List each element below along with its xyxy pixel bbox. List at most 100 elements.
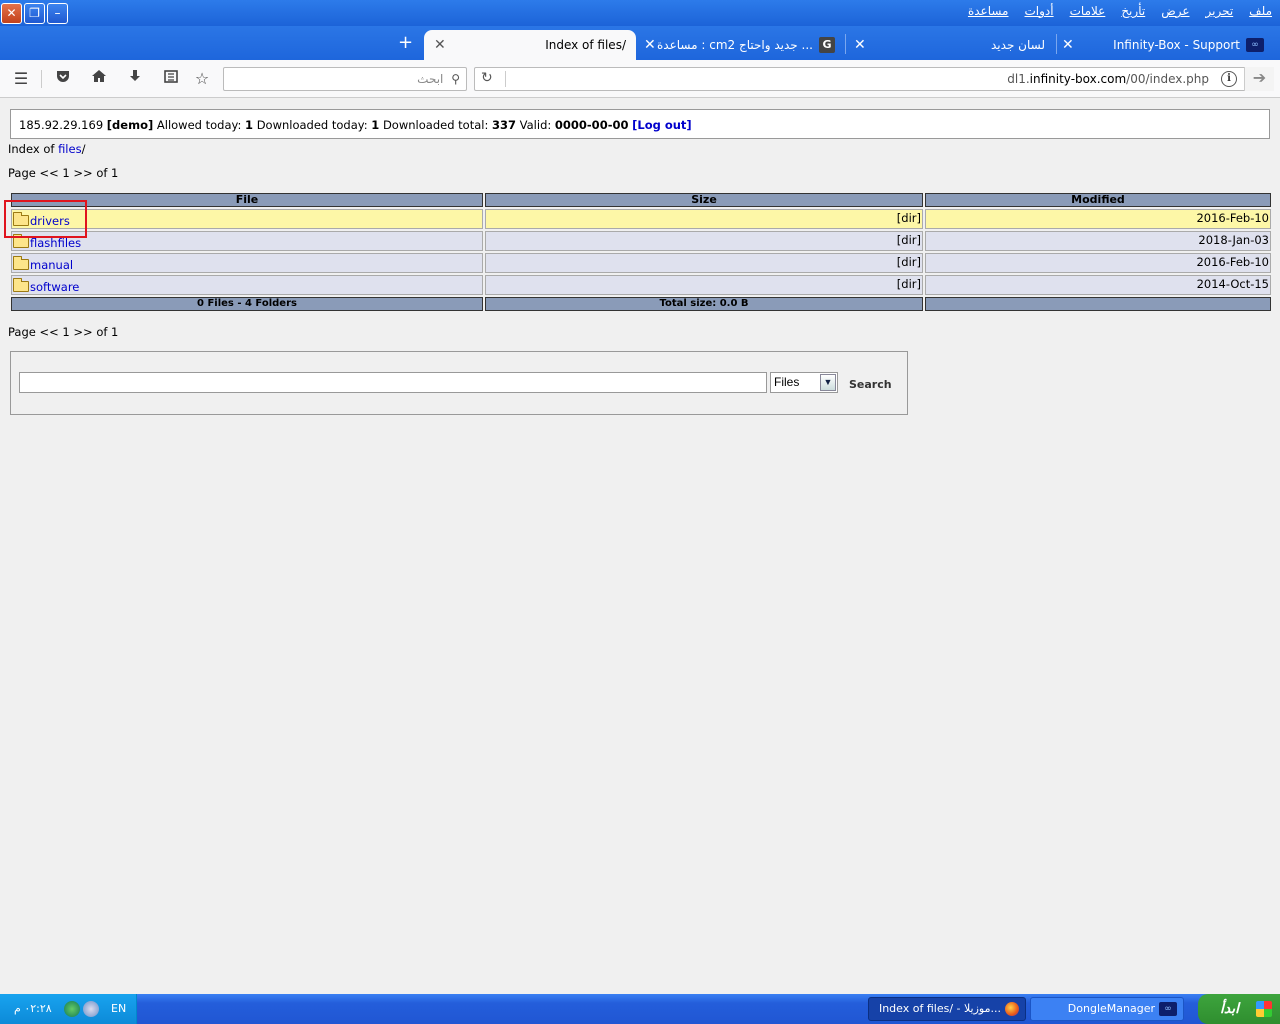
folder-link-flashfiles[interactable]: flashfiles [30, 236, 81, 250]
search-panel: Files ▼ Search [10, 351, 908, 415]
close-icon[interactable]: ✕ [1, 3, 22, 24]
allowed-today-label: Allowed today: [156, 118, 242, 132]
tab-new-tab[interactable]: ✕ لسان جديد [850, 30, 1055, 60]
highlight-box [4, 200, 87, 238]
table-row[interactable]: software [dir] 2014-Oct-15 [11, 275, 1271, 295]
tab-separator [1056, 34, 1057, 54]
downloaded-today-label: Downloaded today: [256, 118, 368, 132]
taskbar-item-donglemanager[interactable]: DongleManager ∞ [1030, 997, 1184, 1021]
tab-cm2-help[interactable]: ✕ مساعدة : cm2 جديد واحتاج ... G [640, 30, 843, 60]
tab-title: Index of files/ [545, 38, 626, 52]
chevron-down-icon[interactable]: ▼ [820, 374, 836, 391]
url-bar[interactable]: ↻ dl1.infinity-box.com/00/index.php i ➔ [474, 67, 1274, 91]
url-text: dl1.infinity-box.com/00/index.php [1007, 72, 1209, 86]
pocket-icon[interactable] [52, 68, 74, 90]
restore-icon[interactable]: ❐ [24, 3, 45, 24]
new-tab-plus-icon[interactable]: + [398, 34, 413, 52]
pager-bottom: Page << 1 >> of 1 [8, 325, 119, 339]
modified-cell: 2016-Feb-10 [925, 253, 1271, 273]
folder-link-manual[interactable]: manual [30, 258, 73, 272]
menu-edit[interactable]: تحرير [1206, 4, 1234, 18]
header-modified[interactable]: Modified [925, 193, 1271, 207]
modified-cell: 2016-Feb-10 [925, 209, 1271, 229]
system-tray: ٠٢:٢٨ م EN [0, 994, 137, 1024]
size-cell: [dir] [485, 209, 923, 229]
size-cell: [dir] [485, 275, 923, 295]
tab-close-icon[interactable]: ✕ [854, 37, 866, 53]
infinity-box-icon: ∞ [1159, 1002, 1177, 1016]
table-row[interactable]: drivers [dir] 2016-Feb-10 [11, 209, 1271, 229]
tab-close-icon[interactable]: ✕ [1062, 37, 1074, 53]
search-input[interactable] [19, 372, 767, 393]
folder-icon [13, 278, 29, 292]
taskbar-item-firefox[interactable]: Index of files/ - موزيلا... [868, 997, 1026, 1021]
infinity-box-icon: ∞ [1246, 38, 1264, 52]
tray-app-icon[interactable] [83, 1001, 99, 1017]
table-row[interactable]: flashfiles [dir] 2018-Jan-03 [11, 231, 1271, 251]
menu-file[interactable]: ملف [1249, 4, 1272, 18]
header-size[interactable]: Size [485, 193, 923, 207]
downloaded-total-value: 337 [491, 118, 516, 132]
reading-list-icon[interactable] [160, 68, 182, 90]
menu-bar: ملف تحرير عرض تأريخ علامات أدوات مساعدة [968, 4, 1272, 18]
menu-tools[interactable]: أدوات [1025, 4, 1054, 18]
footer-file-count: 0 Files - 4 Folders [11, 297, 483, 311]
downloaded-total-label: Downloaded total: [382, 118, 489, 132]
downloads-icon[interactable] [124, 68, 146, 90]
url-domain: infinity-box.com [1029, 72, 1127, 86]
account-info-bar: 185.92.29.169 [demo] Allowed today: 1 Do… [10, 109, 1270, 139]
table-header-row: File Size Modified [11, 193, 1271, 207]
folder-link-software[interactable]: software [30, 280, 79, 294]
modified-cell: 2014-Oct-15 [925, 275, 1271, 295]
files-link[interactable]: files [58, 142, 82, 156]
menu-help[interactable]: مساعدة [968, 4, 1009, 18]
search-icon: ⚲ [451, 72, 460, 86]
account-type: [demo] [106, 118, 154, 132]
home-icon[interactable] [88, 68, 110, 90]
file-cell: software [11, 275, 483, 295]
tab-index-of-files[interactable]: ✕ Index of files/ [424, 30, 636, 60]
menu-history[interactable]: تأريخ [1121, 4, 1145, 18]
size-cell: [dir] [485, 253, 923, 273]
allowed-today-value: 1 [245, 118, 254, 132]
index-heading: Index of files/ [8, 142, 85, 156]
search-bar[interactable]: ⚲ ابحث [223, 67, 467, 91]
menu-view[interactable]: عرض [1161, 4, 1189, 18]
tab-title: مساعدة : cm2 جديد واحتاج ... [657, 38, 813, 52]
g-site-icon: G [819, 37, 835, 53]
minimize-icon[interactable]: – [47, 3, 68, 24]
taskbar: ٠٢:٢٨ م EN Index of files/ - موزيلا... D… [0, 994, 1280, 1024]
reload-icon[interactable]: ↻ [481, 70, 499, 86]
search-type-value: Files [774, 375, 800, 389]
folder-icon [13, 234, 29, 248]
page-content: 185.92.29.169 [demo] Allowed today: 1 Do… [0, 99, 1280, 994]
hamburger-menu-icon[interactable]: ☰ [10, 68, 32, 90]
tab-strip: ✕ Infinity-Box - Support ∞ ✕ لسان جديد ✕… [0, 26, 1280, 60]
footer-total-size: Total size: 0.0 B [485, 297, 923, 311]
tab-title: لسان جديد [991, 38, 1045, 52]
downloaded-today-value: 1 [371, 118, 380, 132]
info-icon[interactable]: i [1221, 71, 1237, 87]
language-indicator[interactable]: EN [111, 1002, 126, 1015]
folder-icon [13, 256, 29, 270]
forward-arrow-icon[interactable]: ➔ [1244, 67, 1274, 91]
logout-link[interactable]: [Log out] [632, 118, 692, 132]
tab-infinity-support[interactable]: ✕ Infinity-Box - Support ∞ [1058, 30, 1280, 60]
search-type-select[interactable]: Files ▼ [770, 372, 838, 393]
search-button[interactable]: Search [849, 378, 892, 391]
pager-top: Page << 1 >> of 1 [8, 166, 119, 180]
navigation-toolbar: ☰ ☆ ⚲ ابحث ↻ dl1.infinity-box.com/00/ind… [0, 60, 1280, 98]
tab-close-icon[interactable]: ✕ [434, 37, 446, 53]
network-globe-icon[interactable] [64, 1001, 80, 1017]
table-footer-row: 0 Files - 4 Folders Total size: 0.0 B [11, 297, 1271, 311]
tab-close-icon[interactable]: ✕ [644, 37, 656, 53]
menu-bookmarks[interactable]: علامات [1070, 4, 1106, 18]
bookmark-star-icon[interactable]: ☆ [191, 68, 213, 90]
start-button[interactable]: ابدأ [1198, 994, 1280, 1024]
tab-separator [845, 34, 846, 54]
url-path: /00/index.php [1126, 72, 1209, 86]
size-cell: [dir] [485, 231, 923, 251]
table-row[interactable]: manual [dir] 2016-Feb-10 [11, 253, 1271, 273]
valid-label: Valid: [519, 118, 552, 132]
title-bar: ✕ ❐ – ملف تحرير عرض تأريخ علامات أدوات م… [0, 0, 1280, 26]
